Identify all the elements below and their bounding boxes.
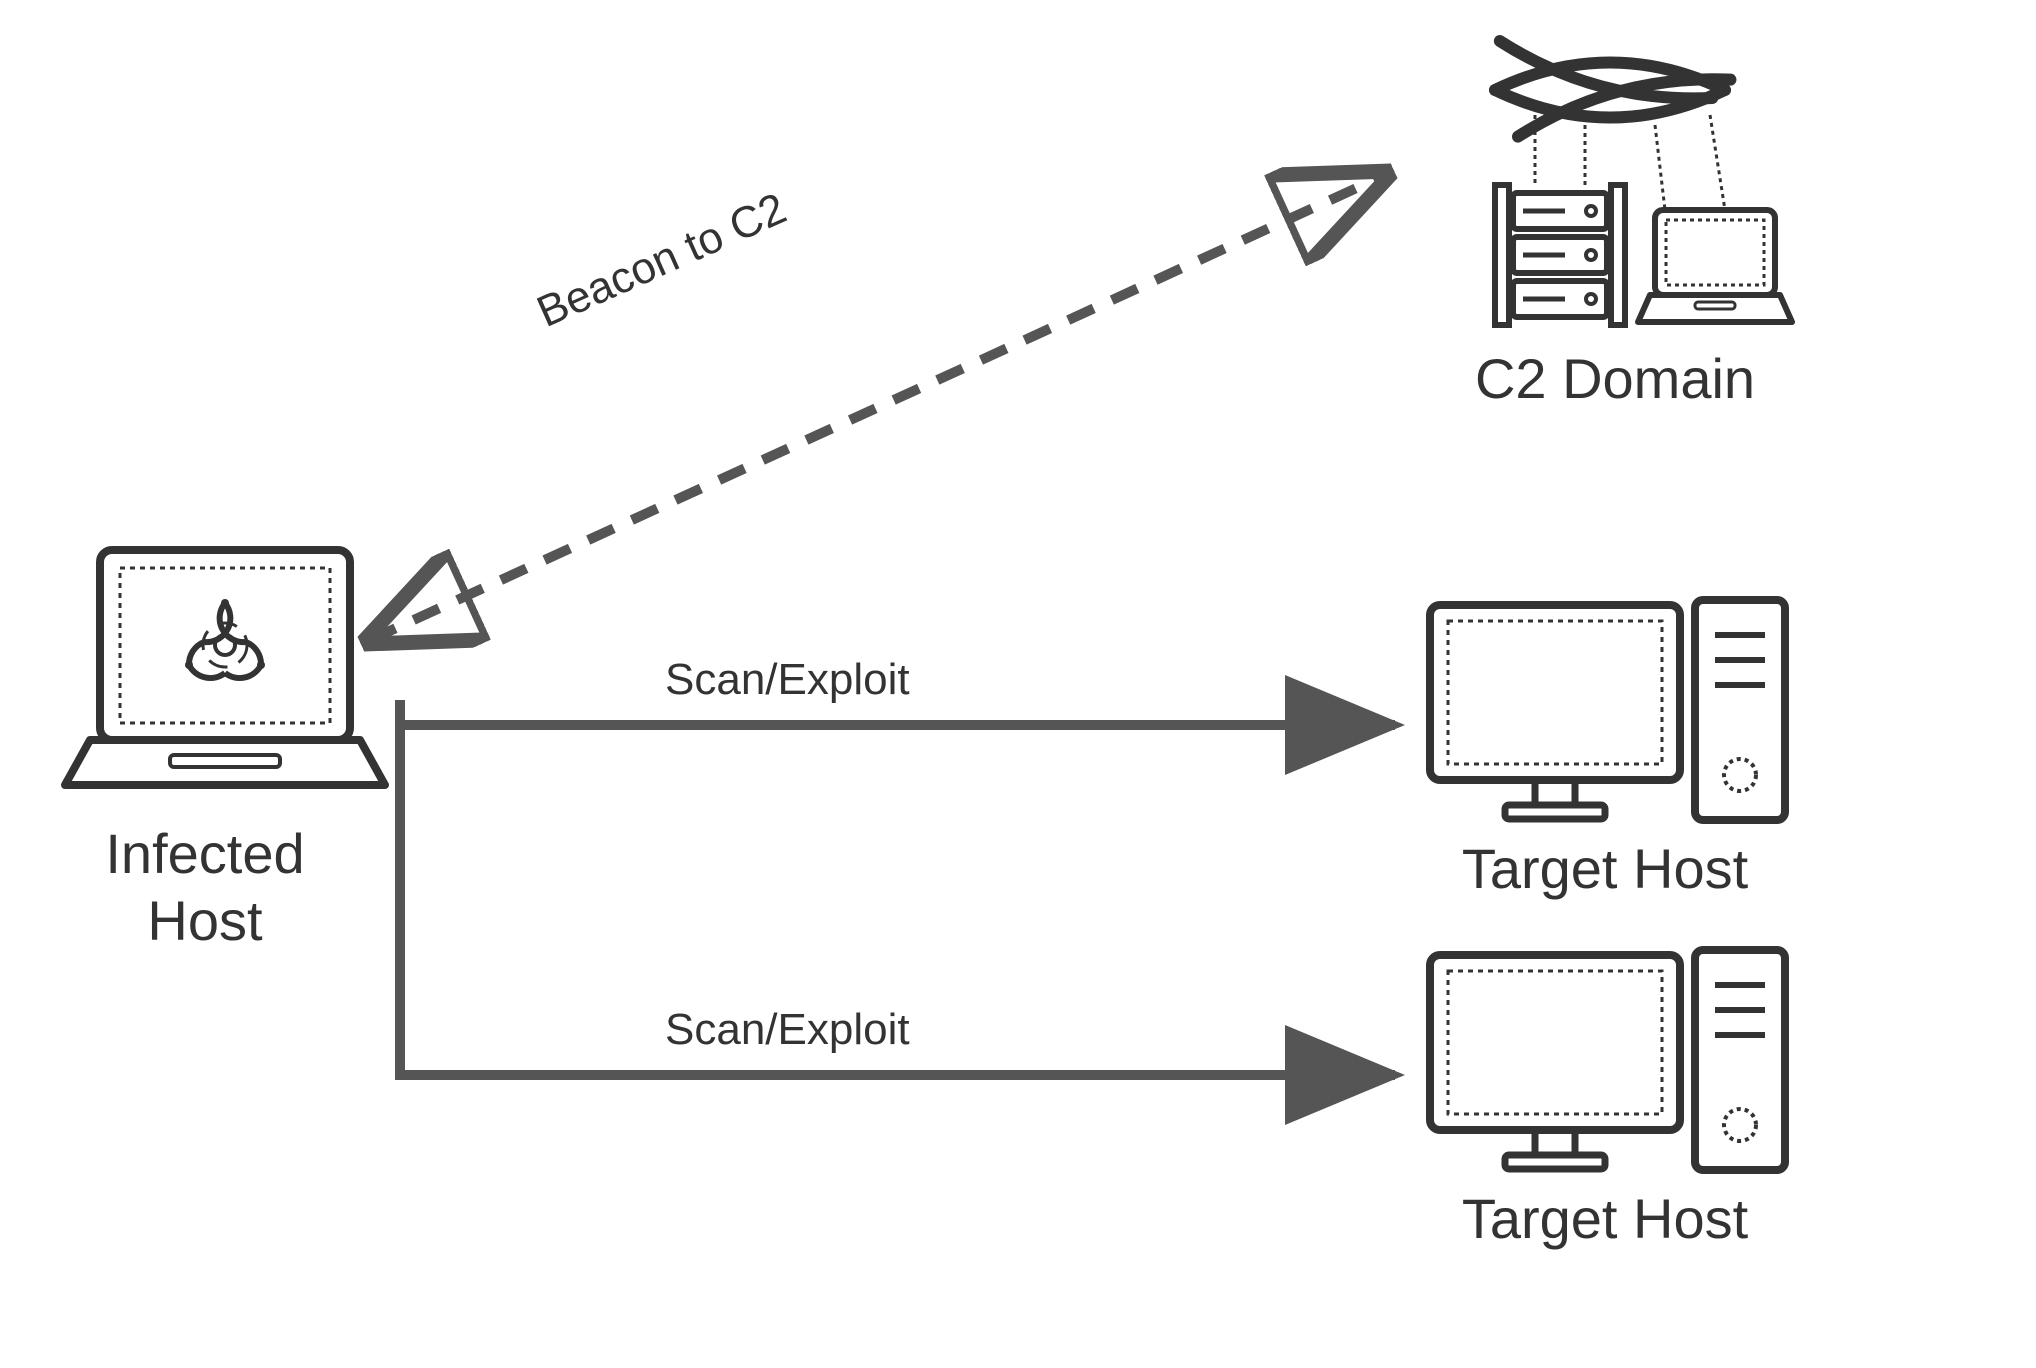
c2-domain-label: C2 Domain <box>1440 345 1790 412</box>
scan-exploit-2-label: Scan/Exploit <box>665 1005 910 1055</box>
target-host-1-icon <box>1430 600 1785 820</box>
infected-host-label: Infected Host <box>30 820 380 954</box>
diagram-svg <box>0 0 2036 1368</box>
target-host-2-label: Target Host <box>1415 1185 1795 1252</box>
beacon-arrow <box>370 175 1385 640</box>
infected-host-icon <box>65 550 385 785</box>
target-host-2-icon <box>1430 950 1785 1170</box>
target-host-1-label: Target Host <box>1415 835 1795 902</box>
c2-domain-icon <box>1495 41 1792 325</box>
diagram-container: Infected Host C2 Domain Target Host Targ… <box>0 0 2036 1368</box>
scan-exploit-1-label: Scan/Exploit <box>665 655 910 705</box>
